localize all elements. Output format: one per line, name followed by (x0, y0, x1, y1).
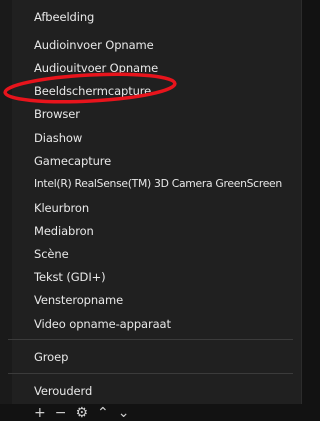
down-arrow-icon[interactable]: ⌄ (118, 405, 139, 421)
menu-gutter (0, 0, 12, 404)
menu-separator (8, 339, 293, 340)
menu-item-tekst-gdi[interactable]: Tekst (GDI+) (34, 266, 301, 288)
menu-item-scene[interactable]: Scène (34, 243, 301, 265)
menu-item-video-opname-apparaat[interactable]: Video opname-apparaat (34, 313, 301, 335)
add-source-context-menu: Afbeelding Audioinvoer Opname Audiouitvo… (0, 0, 302, 404)
toolbar-icons: +−⚙⌃⌄ (34, 405, 139, 421)
sources-toolbar: +−⚙⌃⌄ (0, 404, 302, 421)
up-arrow-icon[interactable]: ⌃ (97, 405, 118, 421)
annotation-ellipse (3, 72, 177, 104)
menu-item-groep[interactable]: Groep (34, 346, 301, 368)
menu-item-mediabron[interactable]: Mediabron (34, 220, 301, 242)
menu-item-intel-realsense[interactable]: Intel(R) RealSense(TM) 3D Camera GreenSc… (34, 173, 301, 195)
menu-item-kleurbron[interactable]: Kleurbron (34, 197, 301, 219)
menu-item-diashow[interactable]: Diashow (34, 127, 301, 149)
plus-icon[interactable]: + (34, 405, 55, 421)
menu-item-verouderd[interactable]: Verouderd (34, 380, 301, 402)
menu-item-gamecapture[interactable]: Gamecapture (34, 150, 301, 172)
menu-item-afbeelding[interactable]: Afbeelding (34, 6, 301, 28)
menu-item-vensteropname[interactable]: Vensteropname (34, 289, 301, 311)
menu-item-browser[interactable]: Browser (34, 103, 301, 125)
gear-icon[interactable]: ⚙ (75, 405, 97, 421)
menu-separator (8, 373, 293, 374)
minus-icon[interactable]: − (55, 405, 76, 421)
menu-item-audioinvoer-opname[interactable]: Audioinvoer Opname (34, 34, 301, 56)
